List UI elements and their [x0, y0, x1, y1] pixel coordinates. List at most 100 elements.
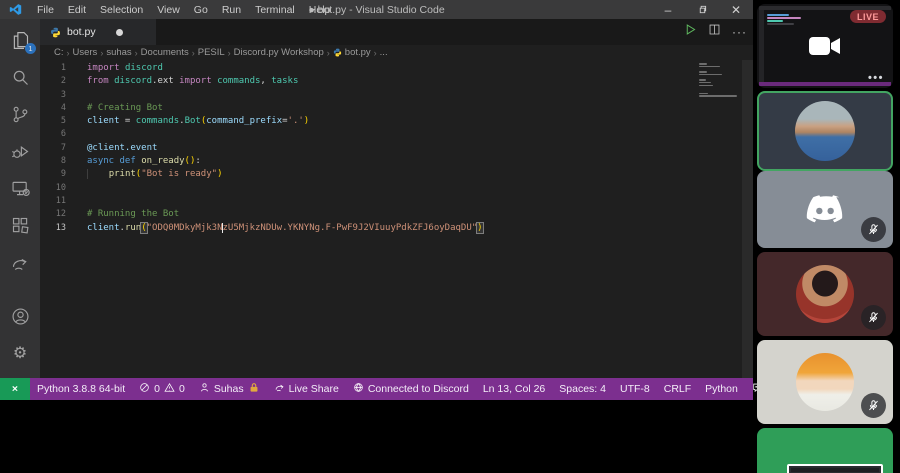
run-python-file-button[interactable] — [684, 23, 697, 41]
vscode-window: FileEditSelectionViewGoRunTerminalHelp ●… — [0, 0, 753, 400]
breadcrumb-item[interactable]: Users — [73, 47, 98, 58]
run-debug-icon[interactable] — [8, 139, 32, 163]
status-language-mode[interactable]: Python — [698, 378, 745, 400]
breadcrumb-item[interactable]: Documents — [141, 47, 189, 58]
globe-icon — [353, 382, 364, 396]
status-python-interpreter[interactable]: Python 3.8.8 64-bit — [30, 378, 132, 400]
breadcrumb-separator-icon: › — [374, 48, 377, 58]
status-cursor-position[interactable]: Ln 13, Col 26 — [476, 378, 552, 400]
editor-scrollbar[interactable] — [742, 60, 753, 378]
line-number: 6 — [40, 128, 66, 141]
discord-logo-icon — [802, 193, 848, 227]
menu-view[interactable]: View — [150, 4, 187, 16]
breadcrumb-item[interactable]: ... — [380, 47, 388, 58]
tab-botpy[interactable]: bot.py — [40, 19, 156, 45]
settings-gear-icon[interactable]: ⚙ — [8, 341, 32, 365]
more-actions-button[interactable]: ··· — [732, 25, 747, 39]
tile-options-button[interactable]: ••• — [868, 72, 884, 84]
warning-icon — [164, 382, 175, 396]
code-line[interactable]: 3 — [40, 89, 741, 102]
participant-tile-emma[interactable] — [757, 340, 893, 424]
person-icon — [199, 382, 210, 396]
screen: FileEditSelectionViewGoRunTerminalHelp ●… — [0, 0, 900, 473]
code-line[interactable]: 7@client.event — [40, 142, 741, 155]
code-text: from discord.ext import commands, tasks — [87, 75, 298, 88]
status-problems[interactable]: 00 — [132, 378, 192, 400]
live-share-icon[interactable] — [8, 250, 32, 274]
status-encoding[interactable]: UTF-8 — [613, 378, 657, 400]
code-line[interactable]: 11 — [40, 195, 741, 208]
participant-tile-green[interactable] — [757, 428, 893, 473]
code-line[interactable]: 12# Running the Bot — [40, 208, 741, 221]
mic-off-icon — [867, 223, 880, 236]
line-number: 12 — [40, 208, 66, 221]
search-icon[interactable] — [8, 65, 32, 89]
muted-indicator — [861, 305, 886, 330]
status-indentation[interactable]: Spaces: 4 — [552, 378, 613, 400]
screenshot-thumbnail — [787, 464, 883, 473]
menu-edit[interactable]: Edit — [61, 4, 93, 16]
status-remote-indicator[interactable]: × — [0, 378, 30, 400]
code-line[interactable]: 13client.run("ODQ0MDkyMjk3NzU5MjkzNDUw.Y… — [40, 222, 741, 235]
menu-run[interactable]: Run — [215, 4, 248, 16]
restore-button[interactable] — [685, 0, 719, 19]
extensions-icon[interactable] — [8, 213, 32, 237]
menubar: FileEditSelectionViewGoRunTerminalHelp — [30, 4, 337, 16]
unsaved-dot-icon[interactable] — [116, 29, 123, 36]
code-line[interactable]: 1import discord — [40, 62, 741, 75]
menu-help[interactable]: Help — [302, 4, 338, 16]
code-line[interactable]: 5client = commands.Bot(command_prefix='.… — [40, 115, 741, 128]
menu-selection[interactable]: Selection — [93, 4, 150, 16]
vscode-logo-icon — [9, 3, 22, 16]
minimize-button[interactable]: – — [651, 0, 685, 19]
code-line[interactable]: 6 — [40, 128, 741, 141]
error-icon — [139, 382, 150, 396]
line-number: 7 — [40, 142, 66, 155]
line-number: 9 — [40, 168, 66, 181]
menu-file[interactable]: File — [30, 4, 61, 16]
participant-avatar — [795, 101, 855, 161]
status-bar-left: ×Python 3.8.8 64-bit00SuhasLive ShareCon… — [0, 378, 476, 400]
video-camera-icon — [808, 35, 842, 57]
menu-go[interactable]: Go — [187, 4, 215, 16]
screen-share-tile[interactable]: LIVE ••• — [757, 4, 893, 88]
account-icon[interactable] — [8, 304, 32, 328]
breadcrumb-item[interactable]: C: — [54, 47, 64, 58]
breadcrumb-item[interactable]: Discord.py Workshop — [234, 47, 324, 58]
breadcrumb-separator-icon: › — [327, 48, 330, 58]
source-control-icon[interactable] — [8, 102, 32, 126]
participant-avatar — [796, 353, 854, 411]
status-discord-presence[interactable]: Connected to Discord — [346, 378, 476, 400]
status-eol[interactable]: CRLF — [657, 378, 698, 400]
split-editor-button[interactable] — [708, 23, 721, 41]
code-editor[interactable]: 1import discord2 from discord.ext import … — [40, 60, 753, 378]
breadcrumb-item[interactable]: PESIL — [198, 47, 225, 58]
code-line[interactable]: 9 print("Bot is ready") — [40, 168, 741, 181]
play-icon — [684, 23, 697, 36]
menu-terminal[interactable]: Terminal — [248, 4, 302, 16]
line-number: 8 — [40, 155, 66, 168]
code-line[interactable]: 2 from discord.ext import commands, tasks — [40, 75, 741, 88]
line-number: 2 — [40, 75, 66, 88]
breadcrumb: C:›Users›suhas›Documents›PESIL›Discord.p… — [40, 45, 753, 60]
code-line[interactable]: 4# Creating Bot — [40, 102, 741, 115]
participant-tile-speaking[interactable] — [757, 91, 893, 171]
code-text: async def on_ready(): — [87, 155, 201, 168]
status-live-share[interactable]: Live Share — [267, 378, 346, 400]
participant-tile-omniman[interactable] — [757, 252, 893, 336]
minimap[interactable] — [699, 63, 739, 98]
close-button[interactable]: ✕ — [719, 0, 753, 19]
line-number: 1 — [40, 62, 66, 75]
code-line[interactable]: 8 async def on_ready(): — [40, 155, 741, 168]
status-account-suhas[interactable]: Suhas — [192, 378, 267, 400]
breadcrumb-separator-icon: › — [100, 48, 103, 58]
python-file-icon — [50, 27, 61, 38]
breadcrumb-item[interactable]: bot.py — [333, 47, 371, 58]
explorer-icon[interactable]: 1 — [8, 28, 32, 52]
breadcrumb-item[interactable]: suhas — [106, 47, 131, 58]
participant-tile-discord-default[interactable] — [757, 171, 893, 248]
remote-explorer-icon[interactable] — [8, 176, 32, 200]
breadcrumb-separator-icon: › — [228, 48, 231, 58]
breadcrumb-separator-icon: › — [67, 48, 70, 58]
code-line[interactable]: 10 — [40, 182, 741, 195]
